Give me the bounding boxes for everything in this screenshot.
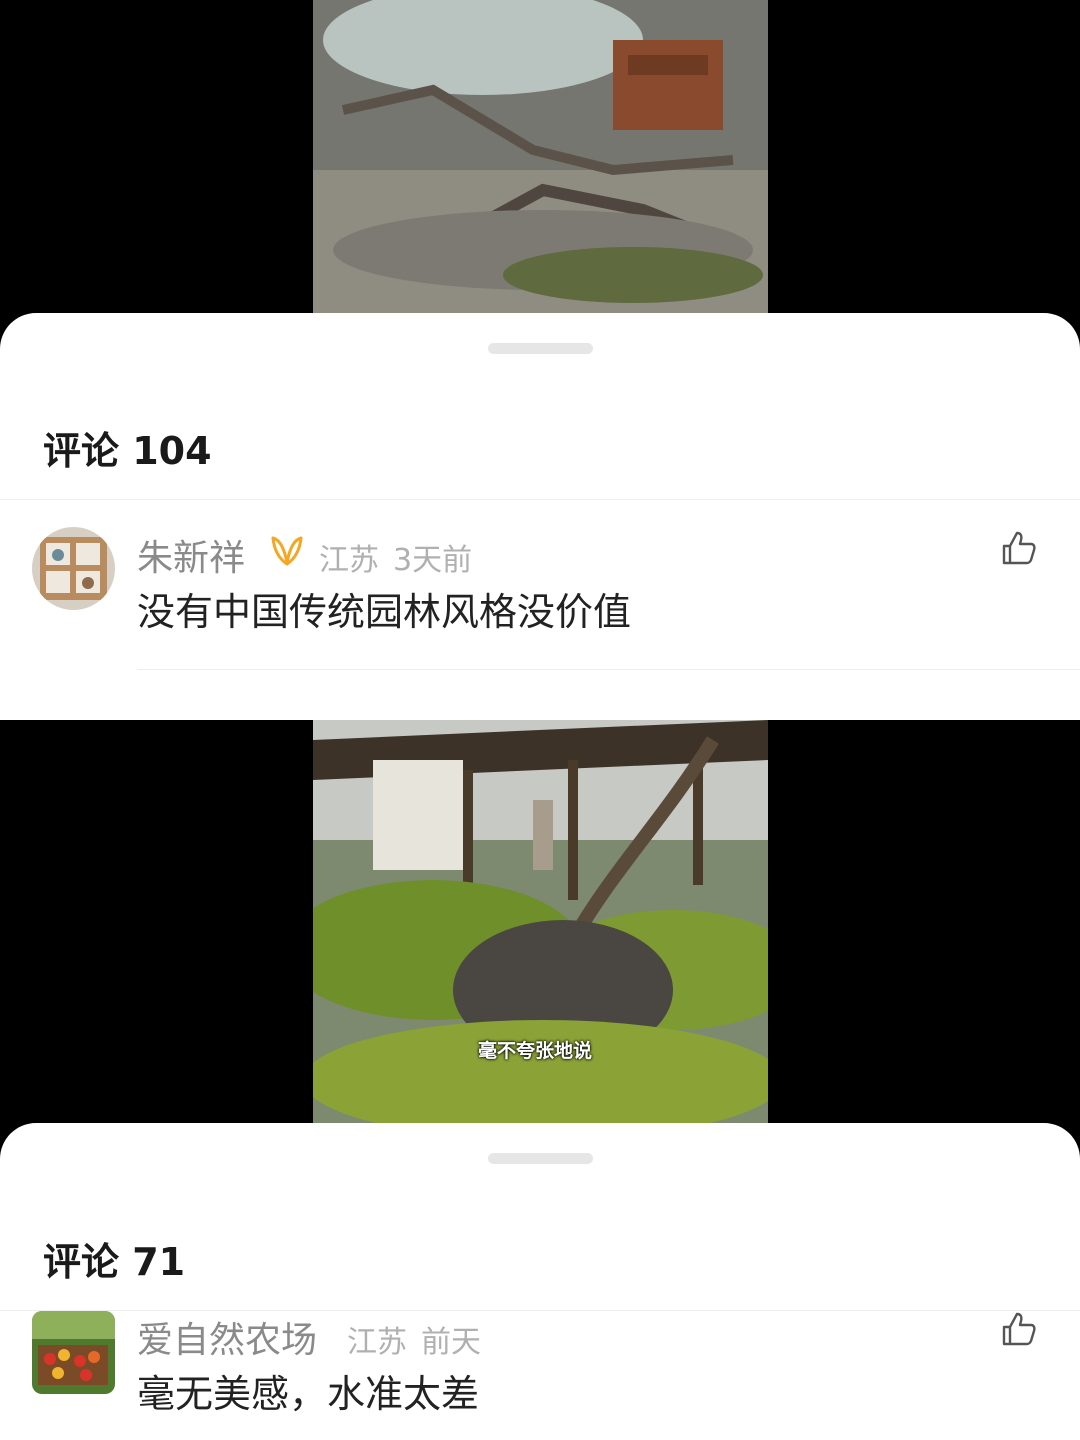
comment-sheet-2: 评论 71 爱自然农场 江苏 前天 毫无美感，水准太差 — [0, 1123, 1080, 1440]
divider — [0, 499, 1080, 500]
thumbs-up-icon[interactable] — [1000, 529, 1038, 567]
comments-title: 评论 71 — [43, 1240, 186, 1284]
drag-handle[interactable] — [488, 343, 593, 354]
comment-time: 前天 — [421, 1325, 481, 1360]
comment-text: 毫无美感，水准太差 — [137, 1372, 480, 1416]
video-frame-top[interactable] — [313, 0, 768, 313]
comments-title: 评论 104 — [43, 429, 212, 473]
video-subtitle: 毫不夸张地说 — [478, 1040, 593, 1062]
comment-divider — [137, 669, 1080, 670]
drag-handle[interactable] — [488, 1153, 593, 1164]
avatar[interactable] — [32, 527, 115, 610]
comment-username[interactable]: 爱自然农场 — [137, 1311, 317, 1363]
avatar[interactable] — [32, 1311, 115, 1394]
comment-time: 3天前 — [393, 543, 473, 578]
thumbs-up-icon[interactable] — [1000, 1310, 1038, 1348]
video-frame-bottom[interactable]: 毫不夸张地说 — [313, 720, 768, 1123]
comment-text: 没有中国传统园林风格没价值 — [137, 590, 632, 634]
comment-username[interactable]: 朱新祥 — [137, 529, 245, 581]
comment-sheet-1: 评论 104 朱新祥 江苏 3天前 没有中国传统园林风格没价值 — [0, 313, 1080, 720]
video-frame-top-image — [313, 0, 768, 313]
comment-location: 江苏 — [319, 543, 379, 578]
wing-badge-icon — [271, 536, 303, 566]
comment-location: 江苏 — [347, 1325, 407, 1360]
